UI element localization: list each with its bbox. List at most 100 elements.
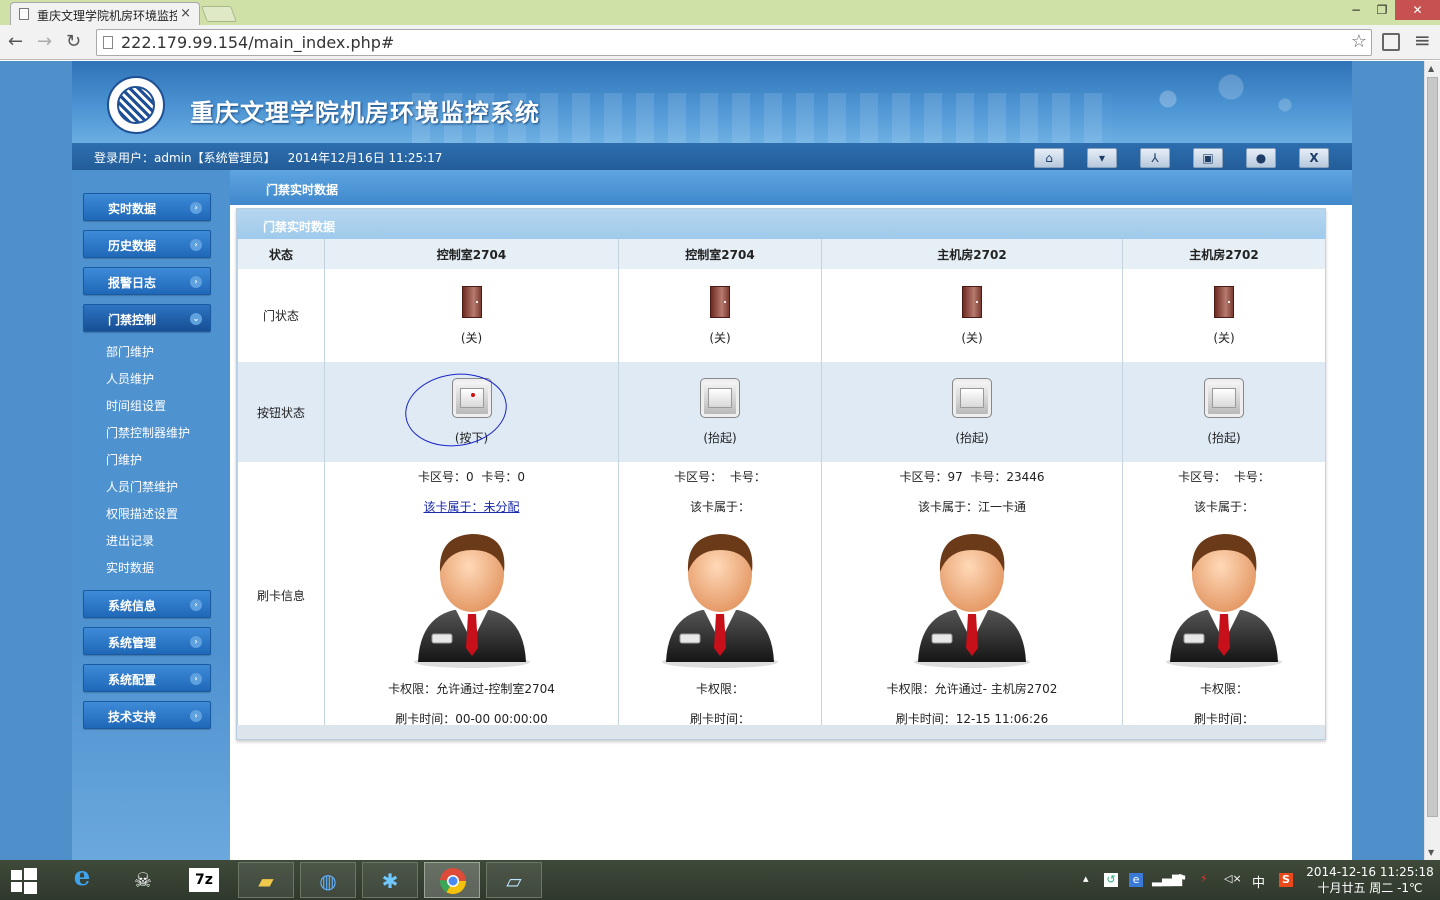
reload-button[interactable]: ↻ <box>66 32 81 52</box>
menu-system-config[interactable]: 系统配置 › <box>83 664 211 692</box>
browser-tab[interactable]: 重庆文理学院机房环境监控 × <box>10 2 200 25</box>
subitem-realtime[interactable]: 实时数据 <box>106 559 154 576</box>
door-cell-3: (关) <box>1122 269 1326 362</box>
push-button-icon[interactable] <box>1204 378 1244 418</box>
forward-button[interactable]: → <box>37 32 52 52</box>
theme-button[interactable]: ▾ <box>1087 148 1117 168</box>
card-area: 卡区号： <box>1178 470 1227 484</box>
back-button[interactable]: ← <box>8 32 23 52</box>
taskbar-qq[interactable]: ✱ <box>362 862 418 898</box>
sidebar: 实时数据 › 历史数据 › 报警日志 › 门禁控制 ⌄ 部门维护 人员维护 时间… <box>72 170 230 860</box>
new-tab-button[interactable] <box>201 6 237 22</box>
image-icon: ▣ <box>1202 151 1214 165</box>
screen-button[interactable]: ▣ <box>1193 148 1223 168</box>
breadcrumb-text: 门禁实时数据 <box>266 183 339 197</box>
tray-app-icon[interactable]: ↺ <box>1104 873 1118 887</box>
door-name-3: 主机房2702 <box>1122 239 1326 269</box>
person-avatar-icon <box>913 533 1031 668</box>
menu-system-admin[interactable]: 系统管理 › <box>83 627 211 655</box>
chevron-right-icon: › <box>190 710 202 722</box>
bookmark-star-icon[interactable]: ☆ <box>1351 31 1367 52</box>
chevron-right-icon: › <box>190 202 202 214</box>
menu-history-data[interactable]: 历史数据 › <box>83 230 211 258</box>
door-icon <box>461 285 482 318</box>
taskbar-skull-app[interactable]: ☠ <box>115 862 171 898</box>
ie-icon: e <box>73 862 91 892</box>
tray-browser-icon[interactable]: e <box>1129 873 1143 887</box>
card-owner: 该卡属于： <box>1193 500 1254 514</box>
push-button-icon[interactable] <box>952 378 992 418</box>
page-icon <box>103 36 113 49</box>
card-owner-link[interactable]: 该卡属于：未分配 <box>423 500 519 514</box>
menu-realtime-data[interactable]: 实时数据 › <box>83 193 211 221</box>
card-number: 卡号： <box>1233 470 1270 484</box>
person-avatar-icon <box>413 533 530 668</box>
chrome-menu-icon[interactable]: ≡ <box>1414 30 1431 50</box>
notepad-icon: ▱ <box>506 869 522 893</box>
card-permission: 卡权限：允许通过- 主机房2702 <box>886 682 1058 696</box>
user-button[interactable]: ● <box>1246 148 1276 168</box>
exit-button[interactable]: X <box>1299 148 1329 168</box>
row-label-door: 门状态 <box>237 269 325 362</box>
push-button-icon[interactable] <box>700 378 740 418</box>
person-avatar-icon <box>1165 533 1283 668</box>
subitem-permission-desc[interactable]: 权限描述设置 <box>106 505 178 522</box>
address-bar[interactable]: 222.179.99.154/main_index.php# ☆ <box>96 29 1372 56</box>
start-button[interactable] <box>0 862 48 898</box>
user-bar: 登录用户：admin【系统管理员】 2014年12月16日 11:25:17 ⌂ … <box>72 143 1352 170</box>
tray-expand-icon[interactable]: ▴ <box>1083 872 1089 885</box>
button-cell-2: (抬起) <box>821 362 1123 462</box>
chevron-right-icon: › <box>190 599 202 611</box>
window-close-button[interactable]: ✕ <box>1395 0 1440 20</box>
taskbar-network-app[interactable]: ◍ <box>300 862 356 898</box>
subitem-department[interactable]: 部门维护 <box>106 343 154 360</box>
menu-label: 历史数据 <box>108 239 157 253</box>
menu-access-control[interactable]: 门禁控制 ⌄ <box>83 304 211 332</box>
subitem-personnel[interactable]: 人员维护 <box>106 370 154 387</box>
door-name-2: 主机房2702 <box>821 239 1123 269</box>
sogou-icon[interactable]: S <box>1279 873 1293 887</box>
person-avatar-icon <box>661 533 779 668</box>
page-scrollbar[interactable]: ▲ ▼ <box>1424 61 1440 860</box>
taskbar-7zip[interactable]: 7z <box>176 862 232 898</box>
door-state: (关) <box>709 330 731 345</box>
taskbar-chrome[interactable] <box>424 862 480 898</box>
taskbar-clock[interactable]: 2014-12-16 11:25:18 十月廿五 周二 -1℃ <box>1305 864 1435 896</box>
card-area: 卡区号： <box>674 470 723 484</box>
ime-indicator[interactable]: 中 <box>1252 872 1265 891</box>
extension-icon[interactable] <box>1382 33 1400 51</box>
menu-label: 技术支持 <box>108 710 157 724</box>
chevron-right-icon: › <box>190 673 202 685</box>
menu-tech-support[interactable]: 技术支持 › <box>83 701 211 729</box>
taskbar-notepad[interactable]: ▱ <box>486 862 542 898</box>
exit-icon: X <box>1309 151 1319 165</box>
card-cell-3: 卡区号： 卡号： 该卡属于： 卡权限： 刷卡时间： <box>1122 462 1326 728</box>
taskbar-ie[interactable]: e <box>54 862 110 898</box>
window-maximize-button[interactable]: ❐ <box>1369 0 1395 20</box>
subitem-door[interactable]: 门维护 <box>106 451 142 468</box>
home-button[interactable]: ⌂ <box>1034 148 1064 168</box>
button-face <box>708 388 732 408</box>
volume-muted-icon[interactable]: ◁× <box>1224 872 1242 885</box>
flag-icon[interactable]: ⚑ <box>1177 872 1187 885</box>
scroll-down-icon[interactable]: ▼ <box>1428 848 1434 857</box>
menu-alarm-log[interactable]: 报警日志 › <box>83 267 211 295</box>
network-button[interactable]: ⅄ <box>1140 148 1170 168</box>
menu-system-info[interactable]: 系统信息 › <box>83 590 211 618</box>
clock-date: 2014-12-16 11:25:18 <box>1306 865 1434 879</box>
tab-title: 重庆文理学院机房环境监控 <box>37 9 177 23</box>
university-logo <box>107 76 165 134</box>
subitem-access-records[interactable]: 进出记录 <box>106 532 154 549</box>
panel-title: 门禁实时数据 <box>263 220 336 234</box>
subitem-timegroup[interactable]: 时间组设置 <box>106 397 166 414</box>
power-icon[interactable]: ⚡ <box>1200 872 1208 885</box>
subitem-controller[interactable]: 门禁控制器维护 <box>106 424 190 441</box>
button-state-row: 按钮状态 (按下) (抬起) (抬起) (抬起) <box>237 362 1326 462</box>
scroll-up-icon[interactable]: ▲ <box>1428 64 1434 73</box>
tab-close-icon[interactable]: × <box>180 6 191 21</box>
card-cell-0: 卡区号：0 卡号：0 该卡属于：未分配 卡权限：允许通过-控制室2704 刷卡时… <box>324 462 619 728</box>
subitem-person-access[interactable]: 人员门禁维护 <box>106 478 178 495</box>
scroll-thumb[interactable] <box>1427 77 1438 817</box>
window-minimize-button[interactable]: − <box>1343 0 1369 20</box>
taskbar-explorer[interactable]: ▰ <box>238 862 294 898</box>
